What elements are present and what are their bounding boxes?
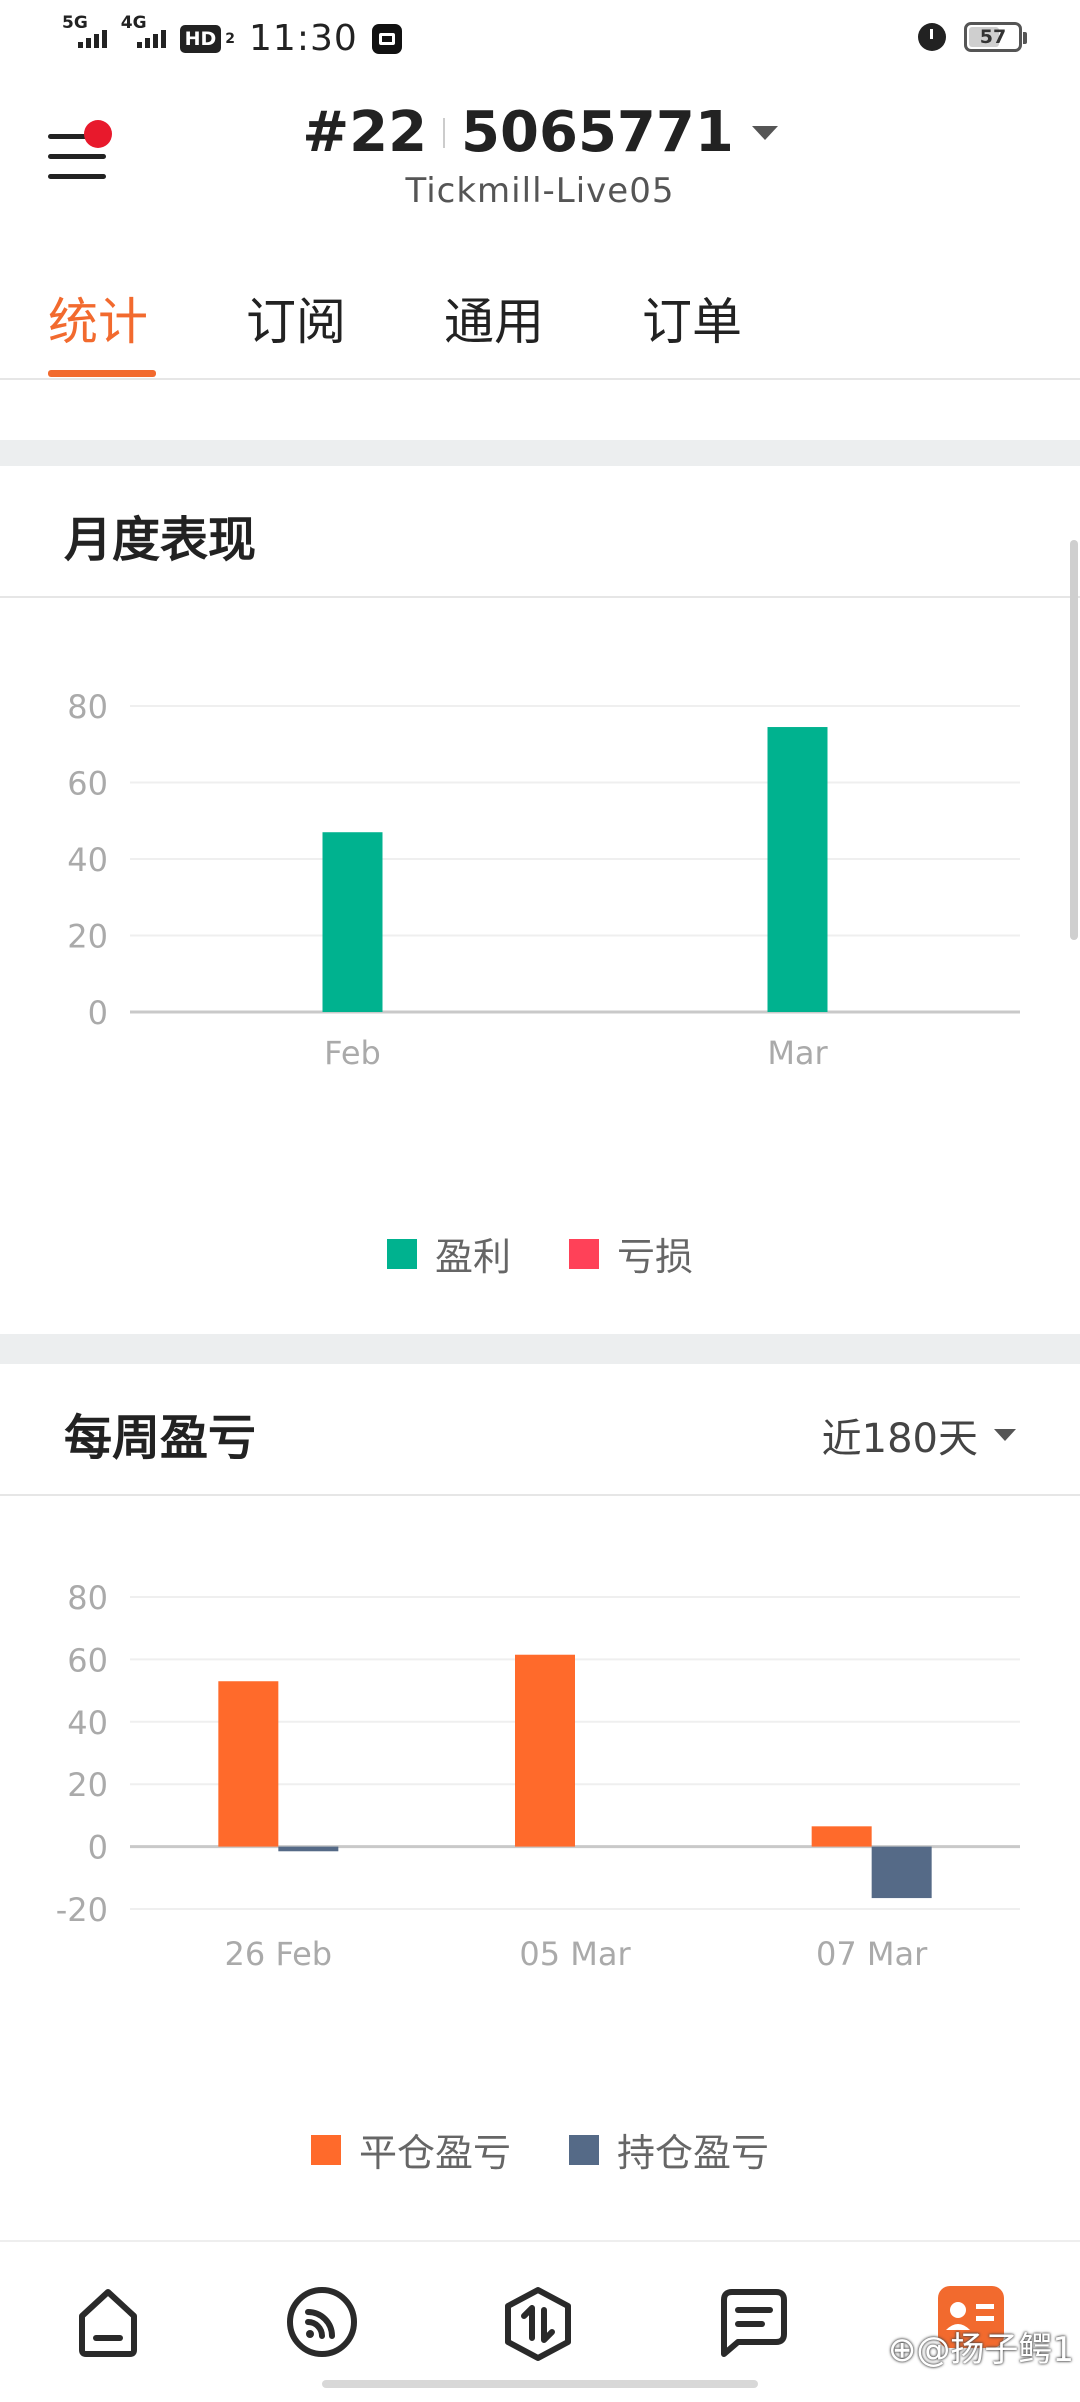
bottom-navigation (0, 2240, 1080, 2402)
hd-sub-label: 2 (225, 30, 236, 47)
account-number: 5065771 (461, 100, 734, 165)
legend-label: 盈利 (434, 1235, 511, 1279)
status-bar: 5G 4G HD 2 11:30 57 (0, 0, 1080, 80)
tab-bar: 统计 订阅 通用 订单 (0, 230, 1080, 380)
weekly-bar-chart: -20 0 20 40 60 80 26 Feb 05 Mar 07 Mar (56, 1579, 1020, 1973)
tab-statistics[interactable]: 统计 (48, 282, 148, 354)
account-prefix: #22 (302, 100, 428, 165)
signal-5g-icon: 5G (62, 14, 107, 48)
x-tick-label: Mar (767, 1034, 828, 1072)
card-title: 每周盈亏 (64, 1410, 257, 1466)
closed-pnl-swatch (310, 2134, 341, 2165)
legend-item-loss[interactable]: 亏损 (569, 1226, 693, 1281)
x-tick-label: 26 Feb (225, 1935, 333, 1973)
y-tick-label: 40 (67, 841, 108, 879)
tab-general[interactable]: 通用 (444, 282, 544, 354)
monthly-bar-chart: 0 20 40 60 80 Feb Mar (67, 688, 1020, 1072)
x-tick-label: 05 Mar (519, 1935, 631, 1973)
legend-label: 平仓盈亏 (358, 2131, 511, 2175)
y-tick-label: 0 (88, 1829, 108, 1867)
bar (871, 1846, 932, 1899)
active-tab-indicator (48, 370, 156, 377)
floating-pnl-swatch (569, 2134, 599, 2165)
chevron-down-icon[interactable] (751, 125, 778, 140)
alarm-icon (918, 23, 946, 51)
network-4g-label: 4G (120, 12, 147, 33)
profit-swatch (386, 1238, 417, 1269)
account-separator (443, 117, 446, 148)
tab-orders[interactable]: 订单 (642, 282, 742, 354)
chevron-down-icon (994, 1429, 1016, 1441)
bar (767, 727, 828, 1012)
network-5g-label: 5G (62, 12, 88, 33)
y-tick-label: 20 (67, 1766, 108, 1804)
range-label: 近180天 (821, 1416, 978, 1462)
nav-signals[interactable] (286, 2286, 362, 2362)
monthly-legend: 盈利 亏损 (0, 1226, 1080, 1281)
bar (811, 1826, 872, 1847)
y-tick-label: 80 (67, 688, 108, 726)
status-time: 11:30 (249, 18, 358, 59)
legend-item-profit[interactable]: 盈利 (386, 1226, 511, 1281)
app-header: #22 5065771 Tickmill-Live05 (0, 80, 1080, 230)
y-tick-label: 20 (67, 918, 108, 956)
legend-item-closed-pnl[interactable]: 平仓盈亏 (310, 2122, 511, 2177)
battery-icon: 57 (964, 22, 1027, 52)
nav-trade[interactable] (502, 2286, 578, 2362)
x-tick-label: Feb (324, 1034, 381, 1072)
signal-icon (286, 2286, 358, 2362)
bar (515, 1654, 575, 1847)
capcut-app-icon (371, 23, 402, 54)
battery-level: 57 (979, 26, 1007, 48)
weekly-legend: 平仓盈亏 持仓盈亏 (0, 2122, 1080, 2177)
y-tick-label: -20 (56, 1891, 108, 1929)
trade-icon (502, 2286, 574, 2366)
server-name: Tickmill-Live05 (405, 171, 675, 211)
card-title: 月度表现 (64, 512, 257, 568)
home-indicator[interactable] (322, 2380, 758, 2388)
legend-label: 持仓盈亏 (617, 2131, 770, 2175)
range-selector[interactable]: 近180天 (822, 1406, 1016, 1464)
nav-home[interactable] (70, 2286, 146, 2362)
y-tick-label: 60 (67, 765, 108, 803)
signal-4g-icon: 4G (121, 14, 166, 48)
bar (218, 1681, 279, 1847)
nav-messages[interactable] (718, 2286, 794, 2362)
y-tick-label: 0 (88, 994, 108, 1032)
x-tick-label: 07 Mar (816, 1935, 928, 1973)
tab-subscription[interactable]: 订阅 (246, 282, 346, 354)
watermark-text: ⊕@扬子鳄1 (887, 2330, 1074, 2370)
y-tick-label: 60 (67, 1641, 108, 1679)
bar (278, 1846, 339, 1852)
loss-swatch (569, 1238, 599, 1269)
monthly-performance-card: 月度表现 0 20 40 60 80 Feb Mar 盈利 亏损 (0, 466, 1080, 1334)
y-tick-label: 80 (67, 1579, 108, 1617)
home-icon (76, 2286, 140, 2358)
y-tick-label: 40 (67, 1704, 108, 1742)
hd-voice-icon: HD (179, 24, 222, 53)
message-icon (718, 2286, 790, 2362)
weekly-pnl-card: 每周盈亏 近180天 -20 0 20 40 60 80 26 Feb 05 Mar 07 Ma… (0, 1364, 1080, 2234)
legend-item-floating-pnl[interactable]: 持仓盈亏 (569, 2122, 769, 2177)
scrollbar[interactable] (1070, 540, 1078, 940)
legend-label: 亏损 (617, 1235, 694, 1279)
account-switcher[interactable]: #22 5065771 Tickmill-Live05 (0, 100, 1080, 211)
bar (322, 832, 383, 1012)
